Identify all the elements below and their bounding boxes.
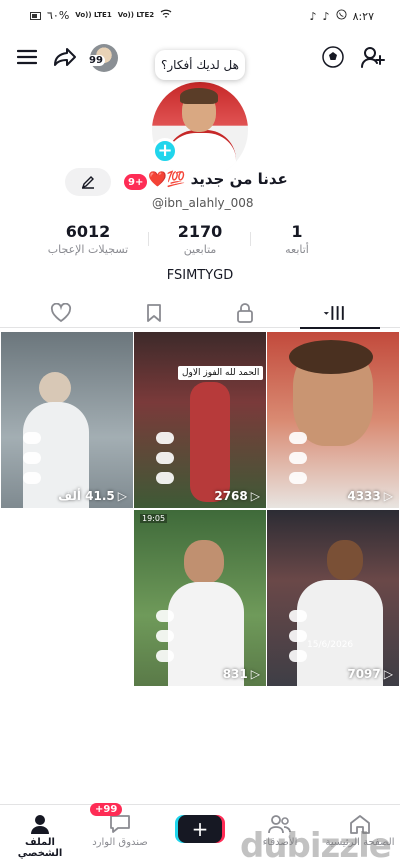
likes-label: تسجيلات الإعجاب xyxy=(47,243,129,256)
add-friend-icon[interactable] xyxy=(360,44,386,70)
nav-profile[interactable]: الملف الشخصي xyxy=(5,811,75,859)
edit-profile-button[interactable] xyxy=(65,168,111,196)
person-icon xyxy=(5,811,75,837)
bookmark-icon xyxy=(147,304,161,322)
grid-icon xyxy=(323,306,344,320)
followers-stat[interactable]: 2170 متابعين xyxy=(145,222,255,256)
nav-inbox[interactable]: صندوق الوارد xyxy=(85,811,155,848)
create-button[interactable]: + xyxy=(178,815,222,843)
whatsapp-icon xyxy=(336,9,347,23)
view-count: ▷ 7097 xyxy=(347,667,393,681)
mini-avatar-badge: 99 xyxy=(87,55,105,66)
wifi-icon xyxy=(160,9,172,22)
video-thumbnail[interactable]: الحمد لله الفوز الاول ▷ 2768 xyxy=(134,332,266,508)
display-name: عدنا من جديد 💯❤️ xyxy=(148,170,288,188)
lock-icon xyxy=(237,303,253,323)
emoji-column xyxy=(289,610,307,662)
name-badge: 9+ xyxy=(124,174,148,190)
likes-stat[interactable]: 6012 تسجيلات الإعجاب xyxy=(33,222,143,256)
likes-count: 6012 xyxy=(65,222,111,241)
add-story-button[interactable]: + xyxy=(152,138,178,164)
pencil-icon xyxy=(81,176,94,189)
tiktok-notif-icon: ♪ xyxy=(309,9,317,23)
player-hair xyxy=(289,340,373,374)
following-count: 1 xyxy=(291,222,303,241)
tab-saved[interactable] xyxy=(141,302,167,324)
nav-profile-label: الملف الشخصي xyxy=(17,837,63,859)
tiktok-notif-icon-2: ♪ xyxy=(322,9,330,23)
video-thumbnail[interactable]: ▷ 41.5 ألف xyxy=(1,332,133,508)
content-tabs xyxy=(0,298,400,328)
inbox-badge: +99 xyxy=(90,803,123,816)
tab-private[interactable] xyxy=(232,302,258,324)
video-thumbnail[interactable]: 19:05 ▷ 831 xyxy=(134,510,266,686)
network-indicator: Vo)) LTE1 xyxy=(75,11,112,19)
nav-inbox-label: صندوق الوارد xyxy=(92,837,148,848)
emoji-column xyxy=(289,432,307,484)
battery-icon xyxy=(30,11,41,20)
battery-level: ٦٠% xyxy=(47,9,70,22)
view-count: ▷ 4333 xyxy=(347,489,393,503)
status-right: ♪ ♪ ٨:٢٧ xyxy=(309,9,374,23)
stats-row: 6012 تسجيلات الإعجاب 2170 متابعين 1 أتاب… xyxy=(0,222,400,258)
player-figure xyxy=(190,382,230,502)
network-indicator-2: Vo)) LTE2 xyxy=(117,11,155,19)
tab-liked[interactable] xyxy=(48,302,74,324)
status-left: ٦٠% Vo)) LTE1 Vo)) LTE2 xyxy=(30,9,172,22)
emoji-column xyxy=(23,432,41,484)
menu-icon[interactable] xyxy=(14,44,40,70)
tab-videos[interactable] xyxy=(322,302,348,324)
following-stat[interactable]: 1 أتابعه xyxy=(242,222,352,256)
view-count: ▷ 2768 xyxy=(214,489,260,503)
pinned-caption: الحمد لله الفوز الاول xyxy=(178,366,264,380)
clock: ٨:٢٧ xyxy=(352,9,374,23)
status-bar: ٦٠% Vo)) LTE1 Vo)) LTE2 ♪ ♪ ٨:٢٧ xyxy=(0,0,400,32)
heart-icon xyxy=(50,303,72,323)
view-count: ▷ 41.5 ألف xyxy=(58,489,127,503)
emoji-column xyxy=(156,432,174,484)
watermark: dubizzle xyxy=(240,826,392,866)
tab-underline xyxy=(300,327,380,329)
view-count: ▷ 831 xyxy=(222,667,260,681)
clip-timestamp: 19:05 xyxy=(140,514,168,523)
following-label: أتابعه xyxy=(285,243,309,256)
video-thumbnail[interactable]: ▷ 4333 xyxy=(267,332,399,508)
followers-label: متابعين xyxy=(183,243,217,256)
share-icon[interactable] xyxy=(52,44,78,70)
followers-count: 2170 xyxy=(177,222,223,241)
emoji-column xyxy=(156,610,174,662)
player-head xyxy=(327,540,363,580)
video-thumbnail[interactable]: 15/6/2026 ▷ 7097 xyxy=(267,510,399,686)
avatar-hair xyxy=(180,88,218,104)
player-head xyxy=(184,540,224,584)
clip-date: 15/6/2026 xyxy=(307,640,354,650)
thought-bubble[interactable]: هل لديك أفكار؟ xyxy=(155,50,245,80)
bio-text: FSIMTYGD xyxy=(166,268,234,283)
person-head xyxy=(39,372,71,404)
username: @ibn_alahly_008 xyxy=(152,196,254,210)
football-icon[interactable] xyxy=(320,44,346,70)
